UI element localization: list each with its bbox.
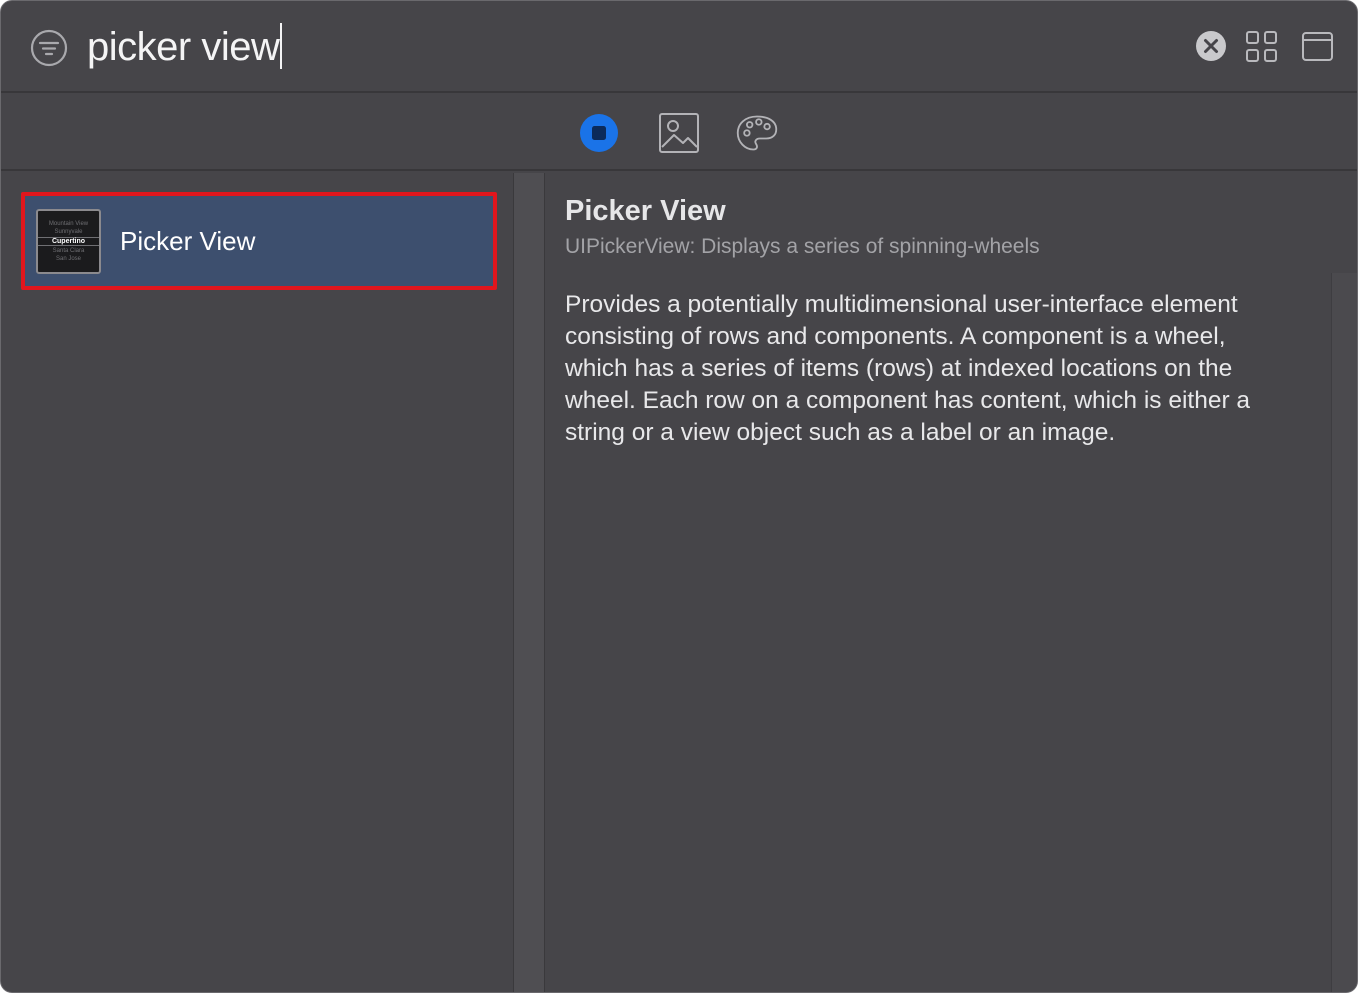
filter-icon[interactable] xyxy=(30,29,68,67)
split-view-divider[interactable] xyxy=(513,173,545,992)
detail-title: Picker View xyxy=(565,195,726,227)
clear-search-icon[interactable] xyxy=(1195,30,1227,62)
grid-view-icon[interactable] xyxy=(1245,30,1278,63)
thumbnail-row: Sunnyvale xyxy=(54,229,83,235)
window-mode-icon[interactable] xyxy=(1301,30,1334,63)
list-item-label: Picker View xyxy=(120,226,256,256)
thumbnail-row: Santa Clara xyxy=(52,248,85,254)
picker-view-thumbnail-icon: Mountain View Sunnyvale Cupertino Santa … xyxy=(36,209,101,274)
detail-scrollbar[interactable] xyxy=(1331,273,1357,992)
thumbnail-row: Mountain View xyxy=(48,221,89,227)
media-tab-icon[interactable] xyxy=(657,111,701,155)
detail-description: Provides a potentially multidimensional … xyxy=(565,291,1251,446)
text-caret xyxy=(280,23,283,70)
thumbnail-row: San Jose xyxy=(55,256,82,262)
search-input[interactable]: picker view xyxy=(87,21,987,73)
thumbnail-row-selected: Cupertino xyxy=(38,237,99,246)
search-input-text: picker view xyxy=(87,25,280,69)
library-tabs xyxy=(1,95,1357,171)
search-bar: picker view xyxy=(1,1,1357,93)
library-window: picker view Mountain View Sunnyvale Cupe… xyxy=(0,0,1358,993)
objects-tab-icon[interactable] xyxy=(577,111,621,155)
list-item-picker-view[interactable]: Mountain View Sunnyvale Cupertino Santa … xyxy=(21,192,497,290)
palette-tab-icon[interactable] xyxy=(735,111,779,155)
detail-subtitle: UIPickerView: Displays a series of spinn… xyxy=(565,235,1040,258)
results-list: Mountain View Sunnyvale Cupertino Santa … xyxy=(1,173,513,992)
detail-pane: Picker View UIPickerView: Displays a ser… xyxy=(545,173,1357,992)
